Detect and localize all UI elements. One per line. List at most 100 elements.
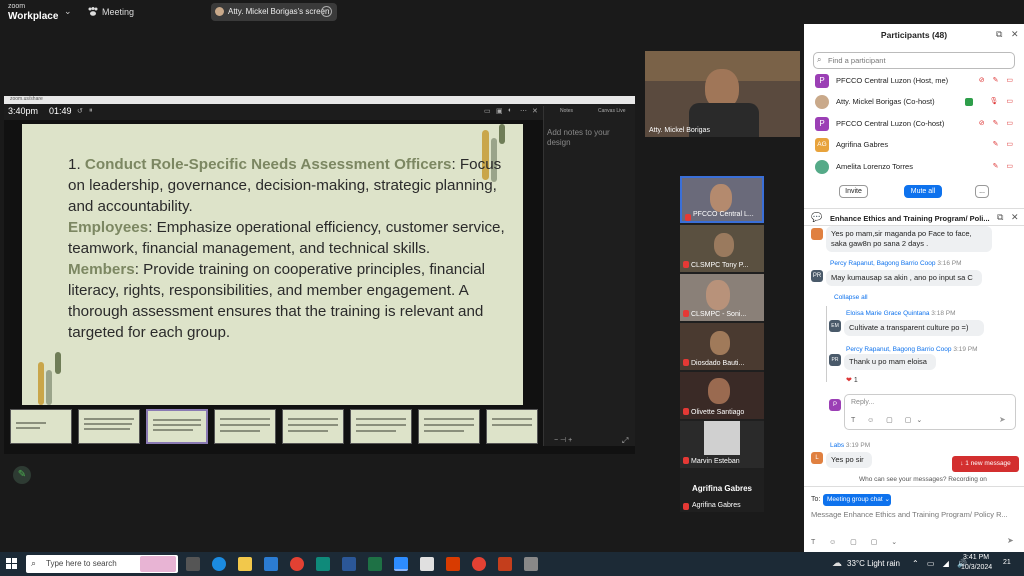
toolbar-icon-3[interactable]: ◐ — [508, 107, 512, 114]
video-tile[interactable]: PFCCO Central L... — [680, 176, 764, 223]
divider — [804, 486, 1024, 487]
mic-off-icon — [683, 408, 689, 415]
app-icon-2[interactable] — [524, 557, 538, 571]
taskbar-time[interactable]: 3:41 PM — [963, 554, 989, 561]
chat-input[interactable]: Message Enhance Ethics and Training Prog… — [811, 510, 1008, 519]
invite-button[interactable]: Invite — [839, 185, 868, 198]
share-strip-label: zoom.us/share — [10, 96, 43, 102]
file-explorer-icon[interactable] — [238, 557, 252, 571]
speaker-video[interactable]: Atty. Mickel Borigas — [645, 51, 800, 137]
windows-start-icon[interactable] — [6, 558, 17, 569]
video-tile[interactable]: CLSMPC Tony P... — [680, 225, 764, 272]
meeting-label[interactable]: Meeting — [102, 7, 134, 17]
slide-thumbnail[interactable] — [10, 409, 72, 444]
notes-input[interactable]: Add notes to your design — [547, 128, 633, 148]
annotate-pen-icon[interactable]: ✎ — [13, 466, 31, 484]
reply-box[interactable]: Reply... T ☺ ▢ ▢⌄ ➤ — [844, 394, 1016, 430]
expand-icon[interactable]: ⤢ — [622, 436, 628, 446]
close-presenter-icon[interactable]: ✕ — [532, 107, 538, 115]
slide-thumbnail[interactable] — [282, 409, 344, 444]
toolbar-icon-2[interactable]: ▣ — [496, 107, 503, 115]
new-message-button[interactable]: ↓ 1 new message — [952, 456, 1019, 472]
mic-off-icon — [683, 261, 689, 268]
powerpoint-icon[interactable] — [498, 557, 512, 571]
participant-row[interactable]: P PFCCO Central Luzon (Co-host) ⊘ ✎ ▭ — [804, 114, 1024, 136]
tab-notes[interactable]: Notes — [560, 108, 573, 114]
pause-icon[interactable]: ⏸ — [89, 107, 93, 115]
message-time: 3:18 PM — [931, 310, 956, 317]
chat-toolbar-icons[interactable]: T ☺ ▢ ▢ ⌄ — [811, 538, 903, 546]
close-panel-icon[interactable]: ✕ — [1011, 29, 1019, 40]
notification-badge[interactable]: 21 — [1003, 559, 1011, 566]
recipient-dropdown[interactable]: Meeting group chat ⌄ — [823, 494, 891, 506]
participant-row[interactable]: Amelita Lorenzo Torres ✎ ▭ — [804, 157, 1024, 179]
video-tile[interactable]: Olivette Santiago — [680, 372, 764, 419]
reply-input[interactable]: Reply... — [851, 399, 874, 406]
mic-video-status-icons: ⊘ ✎ ▭ — [978, 77, 1016, 84]
participant-face — [710, 184, 732, 212]
screen-share-pill[interactable]: Atty. Mickel Borigas's screen ··· — [211, 3, 337, 21]
app-icon[interactable] — [446, 557, 460, 571]
participant-name: PFCCO Central Luzon (Co-host) — [836, 119, 945, 128]
word-icon[interactable] — [342, 557, 356, 571]
new-message-label: 1 new message — [965, 460, 1011, 467]
participant-row[interactable]: AG Agrifina Gabres ✎ ▭ — [804, 135, 1024, 157]
participant-name: Agrifina Gabres — [836, 140, 889, 149]
collapse-all-link[interactable]: Collapse all — [834, 294, 868, 301]
more-button[interactable]: ... — [975, 185, 989, 198]
zoom-icon[interactable] — [394, 557, 408, 571]
close-chat-icon[interactable]: ✕ — [1011, 212, 1019, 223]
video-tile-name: PFCCO Central L... — [693, 211, 754, 218]
tab-canvas-live[interactable]: Canvas Live — [598, 108, 626, 114]
slide-thumbnails — [8, 409, 538, 447]
edge-icon[interactable] — [212, 557, 226, 571]
publisher-icon[interactable] — [316, 557, 330, 571]
participant-search-input[interactable]: Find a participant — [813, 52, 1015, 69]
slide-thumbnail-selected[interactable] — [146, 409, 208, 444]
mic-off-icon — [685, 214, 691, 221]
chrome-icon-2[interactable] — [472, 557, 486, 571]
slide-thumbnail[interactable] — [350, 409, 412, 444]
mail-icon[interactable] — [264, 557, 278, 571]
toolbar-icon-1[interactable]: ▭ — [484, 107, 491, 115]
recording-notice[interactable]: Who can see your messages? Recording on — [859, 476, 987, 483]
excel-icon[interactable] — [368, 557, 382, 571]
participant-row[interactable]: P PFCCO Central Luzon (Host, me) ⊘ ✎ ▭ — [804, 71, 1024, 93]
send-icon[interactable]: ➤ — [999, 415, 1006, 424]
sender-name: Percy Rapanut, Bagong Barrio Coop — [830, 260, 936, 267]
calendar-icon[interactable] — [420, 557, 434, 571]
participant-row[interactable]: Atty. Mickel Borigas (Co-host) 🎙 ▭ — [804, 92, 1024, 114]
popout-chat-icon[interactable]: ⧉ — [997, 212, 1003, 223]
avatar — [811, 228, 823, 240]
popout-icon[interactable]: ⧉ — [996, 29, 1002, 40]
slide-thumbnail[interactable] — [418, 409, 480, 444]
shared-screen[interactable]: zoom.us/share 3:40pm 01:49 ↺ ⏸ ▭ ▣ ◐ ⋯ ✕… — [4, 96, 635, 454]
video-tile[interactable]: Diosdado Bauti... — [680, 323, 764, 370]
chrome-icon[interactable] — [290, 557, 304, 571]
chevron-down-icon[interactable]: ⌄ — [64, 6, 72, 17]
heart-reaction[interactable]: ❤ 1 — [846, 376, 858, 384]
slide-thumbnail[interactable] — [486, 409, 538, 444]
slide-thumbnail[interactable] — [214, 409, 276, 444]
share-address-strip: zoom.us/share — [4, 96, 635, 104]
notes-panel: Notes Canvas Live Add notes to your desi… — [543, 106, 635, 446]
reaction-count: 1 — [853, 377, 858, 384]
participant-face — [708, 378, 730, 404]
mute-all-button[interactable]: Mute all — [904, 185, 942, 198]
chat-sender: Eloisa Marie Grace Quintana 3:18 PM — [846, 310, 956, 317]
chat-title: Enhance Ethics and Training Program/ Pol… — [830, 214, 990, 223]
participant-face — [710, 331, 730, 355]
slide-thumbnail[interactable] — [78, 409, 140, 444]
video-tile[interactable]: CLSMPC - Soni... — [680, 274, 764, 321]
video-tile[interactable]: Marvin Esteban — [680, 421, 764, 468]
task-view-icon[interactable] — [186, 557, 200, 571]
mic-video-status-icons: ⊘ ✎ ▭ — [978, 120, 1016, 127]
zoom-controls[interactable]: − ⊣ + — [554, 436, 572, 444]
more-icon[interactable]: ⋯ — [520, 107, 527, 115]
weather-text[interactable]: 33°C Light rain — [847, 559, 900, 568]
taskbar-date[interactable]: 10/3/2024 — [961, 564, 992, 571]
reply-toolbar-icons[interactable]: T ☺ ▢ ▢⌄ — [851, 416, 927, 424]
more-options-icon[interactable]: ··· — [321, 6, 332, 17]
send-message-icon[interactable]: ➤ — [1007, 536, 1014, 545]
reset-timer-icon[interactable]: ↺ — [77, 107, 83, 115]
